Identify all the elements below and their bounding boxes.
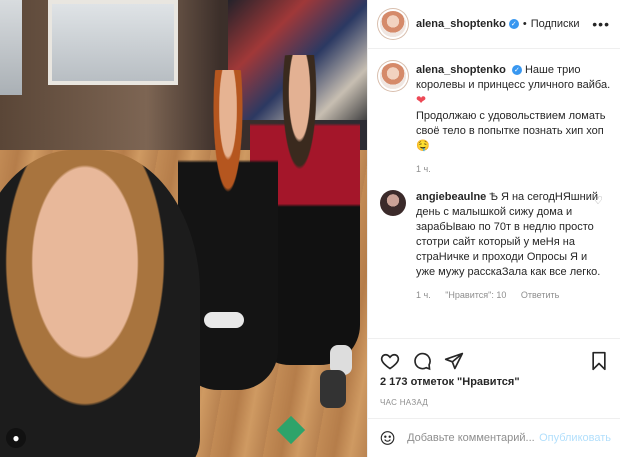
comment-like-icon[interactable]: ♡ (593, 194, 603, 207)
comment-time[interactable]: 1 ч. (416, 290, 431, 300)
likes-count[interactable]: 2 173 отметок "Нравится" (380, 376, 520, 388)
comment-text: angiebeaulne Ѣ Я на сегодНЯшний день с м… (416, 190, 606, 280)
heart-emoji: ❤ (416, 93, 427, 107)
emoji-icon[interactable] (380, 429, 395, 447)
photo-window (48, 0, 178, 85)
caption-text: alena_shoptenko ✓ Наше трио королевы и п… (416, 63, 611, 154)
comments-list[interactable]: alena_shoptenko ✓ Наше трио королевы и п… (368, 48, 620, 338)
post-header: alena_shoptenko ✓ • Подписки ••• (368, 0, 620, 49)
user-tag-icon[interactable]: ● (6, 428, 26, 448)
more-options-icon[interactable]: ••• (592, 16, 610, 32)
verified-icon: ✓ (511, 65, 522, 76)
post-caption: alena_shoptenko ✓ Наше трио королевы и п… (368, 48, 620, 154)
post-photo[interactable]: ● (0, 0, 367, 457)
comment-item: angiebeaulne Ѣ Я на сегодНЯшний день с м… (368, 174, 620, 280)
separator-dot: • (522, 18, 527, 30)
commenter-username[interactable]: angiebeaulne (416, 191, 486, 203)
verified-icon: ✓ (508, 19, 519, 29)
caption-meta: 1 ч. (416, 164, 620, 174)
comment-icon[interactable] (412, 351, 432, 371)
comment-body: Ѣ Я на сегодНЯшний день с малышкой сижу … (416, 191, 601, 278)
commenter-avatar[interactable] (380, 190, 406, 216)
comment-likes[interactable]: "Нравится": 10 (445, 290, 506, 300)
author-avatar[interactable] (380, 63, 406, 89)
comment-meta: 1 ч. "Нравится": 10 Ответить (416, 290, 620, 300)
add-comment-bar: Опубликовать (368, 418, 620, 457)
post-time[interactable]: ЧАС НАЗАД (380, 398, 428, 407)
publish-button[interactable]: Опубликовать (539, 432, 611, 444)
following-button[interactable]: Подписки (531, 18, 580, 30)
author-username[interactable]: alena_shoptenko (416, 18, 506, 30)
photo-shoe (204, 312, 244, 328)
caption-time[interactable]: 1 ч. (416, 164, 431, 174)
post-side-panel: alena_shoptenko ✓ • Подписки ••• alena_s… (367, 0, 620, 457)
author-avatar[interactable] (380, 11, 406, 37)
share-icon[interactable] (444, 351, 464, 371)
caption-username[interactable]: alena_shoptenko (416, 64, 506, 76)
bookmark-icon[interactable] (589, 351, 609, 371)
caption-line-2: Продолжаю с удовольствием ломать своё те… (416, 110, 606, 152)
photo-shoe (320, 370, 346, 408)
comment-input[interactable] (405, 431, 540, 445)
photo-window-left (0, 0, 22, 95)
like-icon[interactable] (380, 351, 400, 371)
reply-button[interactable]: Ответить (521, 290, 559, 300)
photo-person-front (0, 150, 200, 457)
